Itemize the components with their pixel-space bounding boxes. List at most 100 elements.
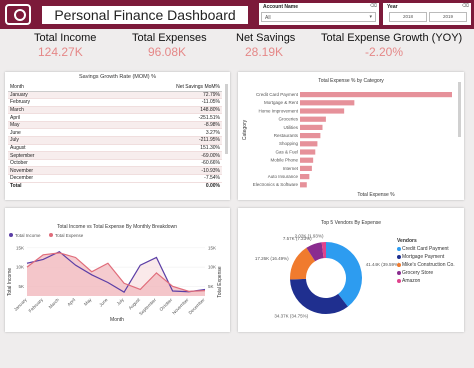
donut-slice[interactable]: [290, 278, 348, 314]
category-bar[interactable]: [300, 157, 314, 163]
kpi-growth-label: Total Expense Growth (YOY): [321, 32, 463, 44]
vendors-legend: Credit Card Payment Mortgage Payment Mike'…: [397, 246, 455, 286]
kpi-expenses-label: Total Expenses: [132, 32, 207, 44]
category-tick-label: Restaurants: [274, 133, 299, 138]
table-row[interactable]: December -7.54%: [8, 174, 222, 183]
legend-marker: [397, 246, 401, 251]
y-tick-label: 5K: [18, 284, 24, 289]
mom-value-cell: -60.66%: [87, 159, 222, 168]
slice-data-label: 2.02K (1.93%): [295, 234, 324, 239]
vendors-title: Top 5 Vendors By Expense: [321, 220, 381, 226]
legend-item[interactable]: Mortgage Payment: [397, 254, 455, 262]
column-header-mom[interactable]: Net Savings MoM%: [87, 83, 222, 92]
table-row[interactable]: February -11.05%: [8, 98, 222, 107]
table-row[interactable]: October -60.66%: [8, 159, 222, 168]
month-tick-label: October: [158, 297, 173, 312]
year-from-box[interactable]: 2018: [389, 12, 427, 22]
legend-income-marker: [9, 233, 13, 237]
category-bar[interactable]: [300, 100, 355, 106]
expense-area: [27, 252, 205, 296]
category-tick-label: Groceries: [278, 117, 298, 122]
mom-value-cell: -11.05%: [87, 98, 222, 107]
category-bar[interactable]: [300, 174, 310, 180]
category-tick-label: Shopping: [279, 141, 299, 146]
category-tick-label: Home Improvement: [258, 108, 298, 113]
month-tick-label: May: [83, 297, 93, 307]
account-dropdown[interactable]: All ▾: [261, 12, 376, 22]
legend-item[interactable]: Amazon: [397, 278, 455, 286]
y-right-tick-label: 5K: [208, 284, 214, 289]
category-tick-label: Internet: [283, 166, 299, 171]
income-expense-title: Total Income vs Total Expense By Monthly…: [57, 224, 177, 230]
legend-item[interactable]: Mike's Construction Co.: [397, 262, 455, 270]
year-slicer: Year ⌫ 2018 2019: [383, 3, 471, 25]
category-bar[interactable]: [300, 116, 326, 122]
month-tick-label: June: [98, 297, 109, 308]
legend-label: Grocery Store: [402, 270, 434, 276]
legend-item[interactable]: Grocery Store: [397, 270, 455, 278]
clear-filter-icon[interactable]: ⌫: [370, 3, 377, 9]
category-bar[interactable]: [300, 182, 307, 188]
column-header-month[interactable]: Month: [8, 83, 88, 92]
y-tick-label: 15K: [16, 245, 24, 250]
expense-axis-label: Total Expense: [217, 266, 223, 298]
y-tick-label: 10K: [16, 265, 24, 270]
category-bar[interactable]: [300, 108, 345, 114]
category-tick-label: Credit Card Payment: [256, 92, 299, 97]
table-row[interactable]: August 151.30%: [8, 144, 222, 153]
vendors-card: Top 5 Vendors By Expense 41.44K (39.59%)…: [238, 208, 464, 332]
category-tick-label: Mobile Phone: [270, 158, 298, 163]
legend-marker: [397, 254, 401, 259]
legend-marker: [397, 270, 401, 275]
total-row: Total 0.00%: [8, 181, 222, 190]
table-row[interactable]: November -10.93%: [8, 166, 222, 176]
slice-data-label: 34.37K (34.75%): [274, 314, 308, 319]
account-slicer-label: Account Name: [263, 4, 299, 10]
category-bar[interactable]: [300, 149, 316, 155]
month-cell: July: [8, 136, 88, 145]
table-row[interactable]: September -69.00%: [8, 151, 222, 160]
legend-item[interactable]: Credit Card Payment: [397, 246, 455, 254]
month-cell: October: [8, 159, 88, 168]
category-bar[interactable]: [300, 124, 323, 130]
month-cell: February: [8, 98, 88, 107]
month-tick-label: January: [13, 297, 28, 312]
month-tick-label: July: [116, 297, 126, 307]
total-label: Total: [8, 181, 88, 190]
kpi-growth-value: -2.20%: [365, 45, 404, 59]
month-cell: June: [8, 128, 88, 138]
chart-scrollbar[interactable]: [458, 82, 461, 137]
account-dropdown-value: All: [265, 15, 271, 21]
kpi-income-label: Total Income: [34, 32, 97, 44]
table-row[interactable]: January 72.79%: [8, 91, 222, 100]
category-bar[interactable]: [300, 141, 318, 147]
table-row[interactable]: March 148.80%: [8, 106, 222, 115]
mom-value-cell: 151.30%: [87, 144, 222, 153]
category-chart-title: Total Expense % by Category: [318, 78, 384, 84]
legend-label: Amazon: [402, 278, 421, 284]
table-row[interactable]: April -251.51%: [8, 113, 222, 122]
category-tick-label: Mortgage & Rent: [264, 100, 299, 105]
slice-data-label: 41.44K (39.59%): [366, 262, 400, 267]
category-bar[interactable]: [300, 165, 312, 171]
table-row[interactable]: July -211.95%: [8, 136, 222, 145]
category-tick-label: Auto Insurance: [268, 174, 299, 179]
category-bar[interactable]: [300, 92, 452, 98]
category-bar-chart: Total Expense % by Category Category Tot…: [242, 78, 452, 198]
table-row[interactable]: May -8.98%: [8, 121, 222, 130]
month-cell: January: [8, 91, 88, 100]
year-to-box[interactable]: 2019: [429, 12, 467, 22]
category-chart-card: Total Expense % by Category Category Tot…: [238, 72, 464, 200]
clear-filter-icon[interactable]: ⌫: [462, 3, 469, 9]
donut-slice[interactable]: [326, 242, 362, 307]
table-row[interactable]: June 3.27%: [8, 128, 222, 138]
month-cell: September: [8, 151, 88, 160]
mom-value-cell: -211.95%: [87, 136, 222, 145]
category-bar[interactable]: [300, 133, 321, 139]
month-tick-label: March: [48, 297, 61, 310]
legend-label: Mike's Construction Co.: [402, 262, 455, 268]
month-cell: November: [8, 166, 88, 176]
month-tick-label: September: [138, 297, 157, 316]
table-scrollbar[interactable]: [225, 84, 228, 154]
account-slicer: Account Name ⌫ All ▾: [259, 3, 379, 25]
